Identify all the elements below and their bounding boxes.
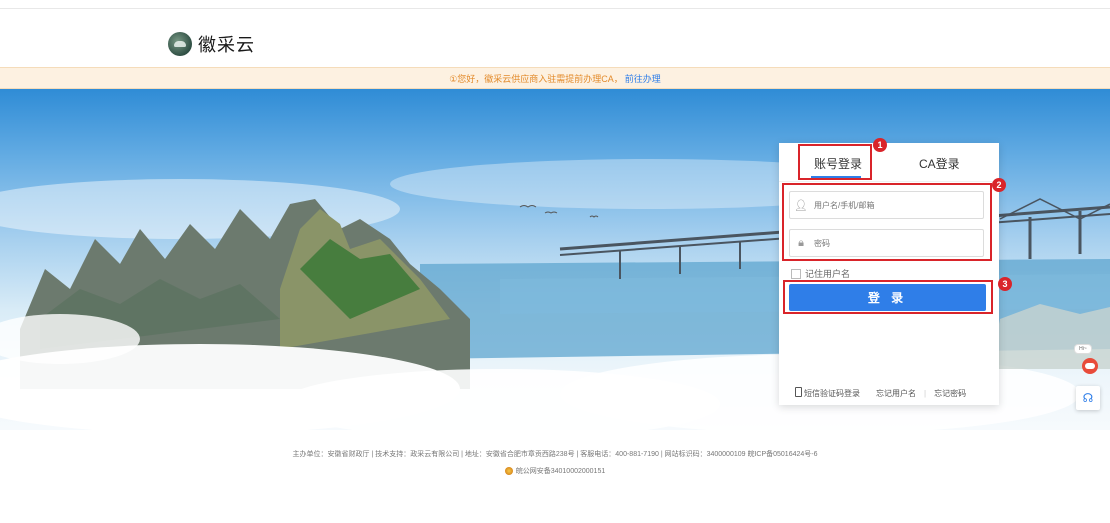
login-button[interactable]: 登 录 bbox=[789, 284, 986, 311]
username-field[interactable]: 👤︎ bbox=[789, 191, 984, 219]
login-tabs: 账号登录 CA登录 bbox=[779, 143, 999, 182]
username-input[interactable] bbox=[812, 199, 966, 211]
remember-label: 记住用户名 bbox=[805, 269, 851, 279]
site-footer-police: 皖公网安备34010002000151 bbox=[0, 466, 1110, 476]
remember-checkbox[interactable] bbox=[791, 268, 801, 279]
assistant-robot[interactable]: Hi~ bbox=[1074, 342, 1102, 382]
notice-text: ①您好，徽采云供应商入驻需提前办理CA， bbox=[449, 73, 623, 84]
site-footer-info: 主办单位：安徽省财政厅 | 技术支持：政采云有限公司 | 地址：安徽省合肥市章贡… bbox=[292, 451, 818, 458]
header: 徽采云 bbox=[0, 9, 1110, 65]
login-footer-links: 短信验证码登录 忘记用户名 | 忘记密码 bbox=[779, 381, 999, 405]
annotation-badge-3: 3 bbox=[998, 277, 1012, 291]
sms-login-label: 短信验证码登录 bbox=[804, 389, 860, 398]
notice-bar: ①您好，徽采云供应商入驻需提前办理CA， 前往办理 bbox=[0, 67, 1110, 89]
user-icon: 👤︎ bbox=[794, 199, 808, 212]
password-input[interactable] bbox=[812, 237, 966, 249]
sms-login-link[interactable]: 短信验证码登录 bbox=[795, 387, 860, 399]
headset-icon[interactable]: ☊ bbox=[1076, 386, 1100, 410]
police-record-text[interactable]: 皖公网安备34010002000151 bbox=[516, 466, 606, 476]
robot-icon bbox=[1082, 358, 1098, 374]
forgot-password-link[interactable]: 忘记密码 bbox=[934, 388, 966, 399]
robot-bubble: Hi~ bbox=[1074, 344, 1092, 354]
tab-account-login[interactable]: 账号登录 bbox=[814, 155, 862, 172]
annotation-badge-2: 2 bbox=[992, 178, 1006, 192]
forgot-username-link[interactable]: 忘记用户名 bbox=[876, 388, 916, 399]
lock-icon: 🔒︎ bbox=[798, 236, 804, 249]
tab-ca-login[interactable]: CA登录 bbox=[919, 155, 960, 172]
active-tab-indicator bbox=[811, 176, 861, 178]
logo-text: 徽采云 bbox=[198, 35, 255, 56]
remember-username[interactable]: 记住用户名 bbox=[791, 267, 850, 280]
site-logo[interactable]: 徽采云 bbox=[168, 31, 255, 57]
logo-emblem-icon bbox=[168, 32, 192, 56]
link-separator: | bbox=[924, 388, 927, 398]
notice-link[interactable]: 前往办理 bbox=[625, 72, 661, 85]
password-field[interactable]: 🔒︎ bbox=[789, 229, 984, 257]
login-panel: 账号登录 CA登录 👤︎ 🔒︎ 记住用户名 登 录 短信验证码登录 忘记用户名 … bbox=[779, 143, 999, 405]
annotation-badge-1: 1 bbox=[873, 138, 887, 152]
phone-icon bbox=[795, 387, 802, 397]
police-badge-icon bbox=[504, 467, 513, 475]
tabs-divider bbox=[779, 181, 999, 182]
